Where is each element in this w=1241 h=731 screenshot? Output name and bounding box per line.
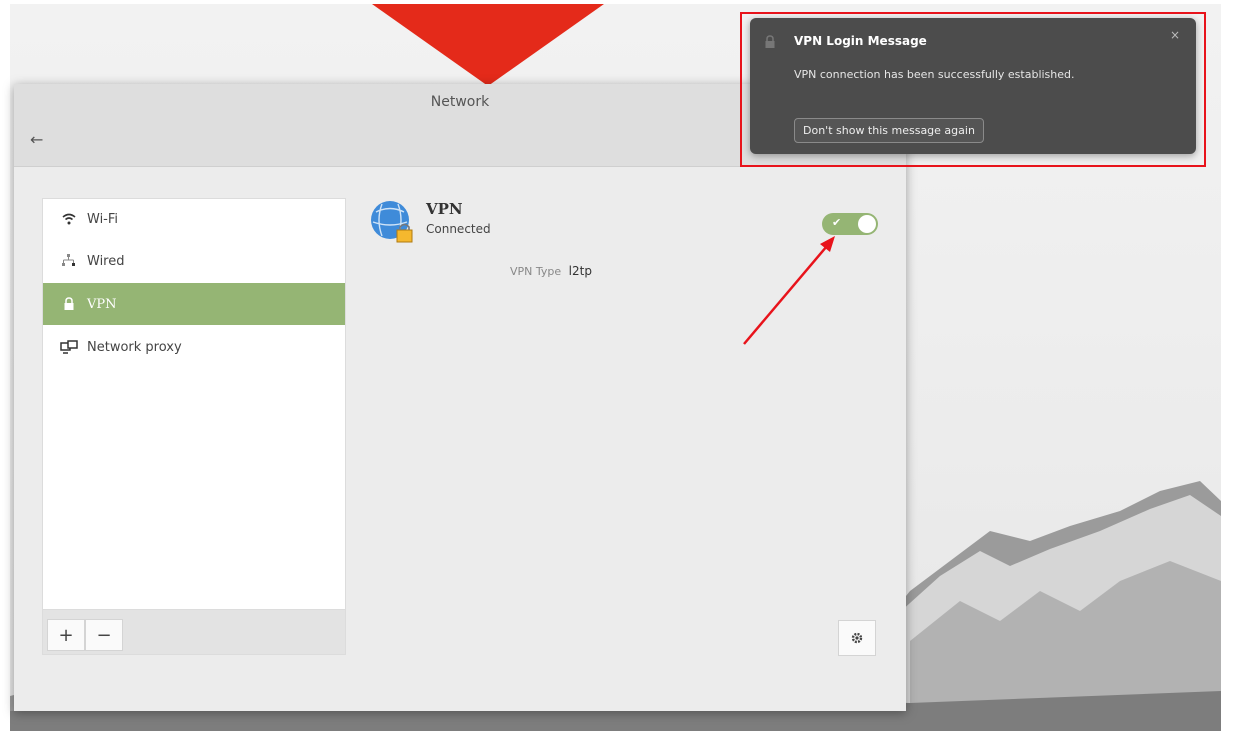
annotation-arrow: [743, 236, 835, 345]
